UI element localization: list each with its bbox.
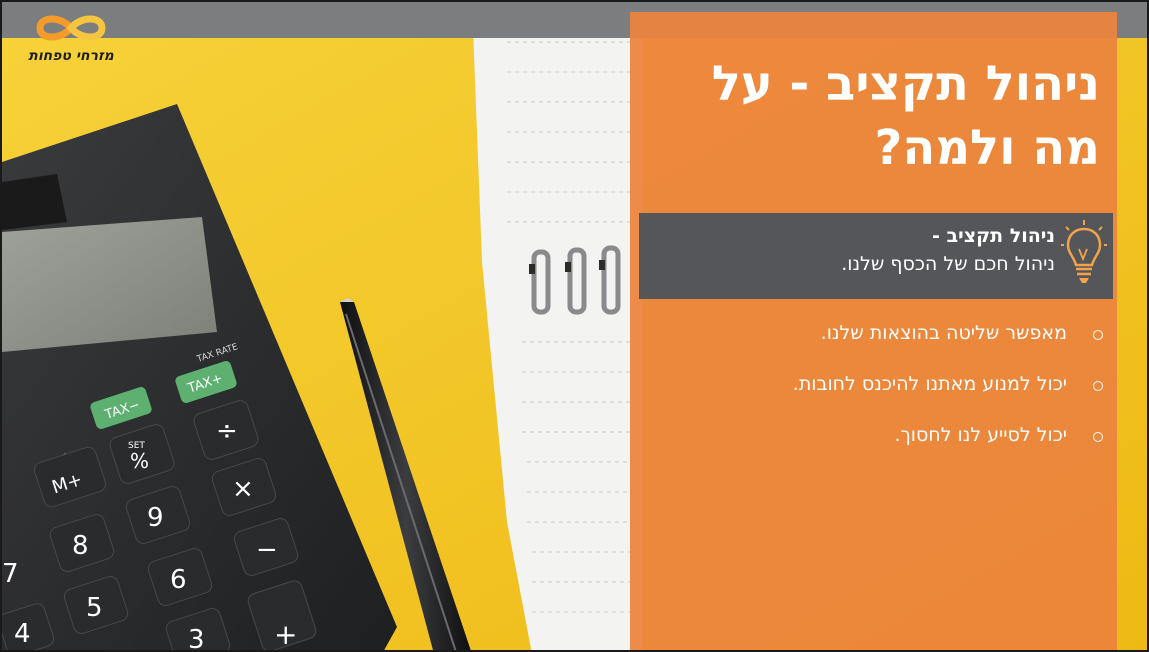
- svg-text:6: 6: [170, 565, 187, 595]
- circle-bullet-icon: [1093, 432, 1103, 442]
- svg-text:×: ×: [232, 474, 254, 504]
- svg-text:5: 5: [86, 593, 103, 623]
- callout-body: ניהול חכם של הכסף שלנו.: [841, 253, 1055, 275]
- bullet-text: יכול לסייע לנו לחסוך.: [894, 424, 1067, 446]
- svg-text:8: 8: [72, 531, 89, 561]
- bullet-text: מאפשר שליטה בהוצאות שלנו.: [820, 322, 1067, 344]
- bullet-text: יכול למנוע מאתנו להיכנס לחובות.: [792, 373, 1067, 395]
- svg-text:7: 7: [2, 559, 19, 589]
- svg-text:%: %: [130, 449, 149, 473]
- infinity-logo-icon: [36, 15, 106, 41]
- svg-text:÷: ÷: [216, 416, 238, 446]
- svg-text:−: −: [256, 535, 278, 565]
- list-item: יכול למנוע מאתנו להיכנס לחובות.: [642, 373, 1107, 400]
- brand-name: מזרחי טפחות: [28, 48, 114, 64]
- bullet-list: מאפשר שליטה בהוצאות שלנו. יכול למנוע מאת…: [642, 322, 1107, 475]
- svg-text:+: +: [274, 618, 297, 651]
- lightbulb-icon: [1061, 220, 1107, 283]
- circle-bullet-icon: [1093, 330, 1103, 340]
- svg-text:3: 3: [188, 625, 205, 652]
- callout-heading: ניהול תקציב -: [932, 225, 1055, 247]
- circle-bullet-icon: [1093, 381, 1103, 391]
- list-item: יכול לסייע לנו לחסוך.: [642, 424, 1107, 451]
- brand-logo: מזרחי טפחות: [16, 10, 126, 70]
- svg-text:9: 9: [147, 503, 164, 533]
- slide: TAX RATE TAX− TAX+ C1 M+: [0, 0, 1149, 652]
- slide-title: ניהול תקציב - על מה ולמה?: [711, 56, 1100, 176]
- definition-callout: ניהול תקציב - ניהול חכם של הכסף שלנו.: [639, 213, 1113, 299]
- list-item: מאפשר שליטה בהוצאות שלנו.: [642, 322, 1107, 349]
- svg-text:4: 4: [14, 619, 31, 649]
